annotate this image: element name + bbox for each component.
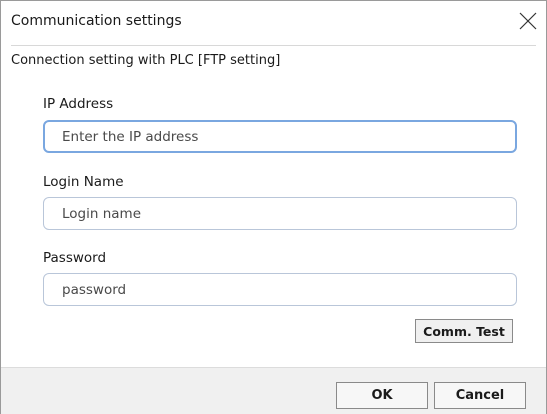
ip-address-input[interactable] [43,120,517,153]
password-input[interactable] [43,273,517,306]
close-button[interactable] [516,9,540,33]
close-icon [519,12,537,30]
ok-button[interactable]: OK [336,382,428,409]
cancel-button[interactable]: Cancel [434,382,526,409]
comm-test-button[interactable]: Comm. Test [415,319,513,343]
login-name-label: Login Name [43,174,124,190]
communication-settings-dialog: Communication settings Connection settin… [0,0,547,414]
ip-address-label: IP Address [43,96,114,112]
password-label: Password [43,250,107,266]
dialog-title: Communication settings [11,13,182,29]
title-bar: Communication settings [1,1,546,43]
login-name-input[interactable] [43,197,517,230]
dialog-subtitle: Connection setting with PLC [FTP setting… [11,53,281,68]
title-divider [11,45,536,46]
dialog-footer: OK Cancel [1,367,546,414]
